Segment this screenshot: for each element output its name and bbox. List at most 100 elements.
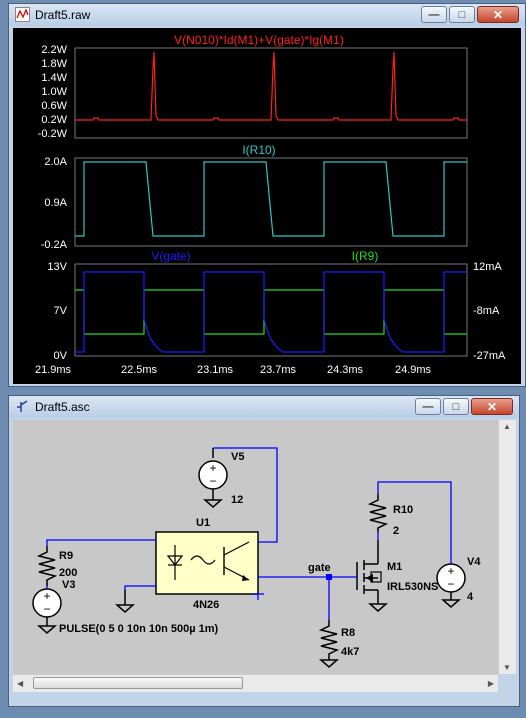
scroll-left-icon[interactable]: ◀ <box>17 679 23 688</box>
pane-1-frame[interactable] <box>74 47 468 139</box>
schematic-window-title: Draft5.asc <box>35 400 90 414</box>
waveform-window-title: Draft5.raw <box>35 8 91 22</box>
v3-source[interactable]: + − <box>32 588 62 634</box>
pane-3-y-ticks-left: 13V 7V 0V <box>47 261 67 362</box>
y-tick: 7V <box>54 305 68 317</box>
r8-value: 4k7 <box>341 646 359 658</box>
y-tick: 1.4W <box>41 72 67 84</box>
x-tick: 23.7ms <box>260 364 297 376</box>
v5-name: V5 <box>231 451 244 463</box>
vertical-scrollbar[interactable]: ▲ ▼ <box>498 420 516 674</box>
minimize-button[interactable]: — <box>421 6 447 23</box>
y-tick: 1.0W <box>41 86 67 98</box>
y-tick: 2.2W <box>41 44 67 56</box>
y-tick: 2.0A <box>44 156 67 168</box>
v5-source[interactable]: + − <box>198 448 228 508</box>
pane-3-left-title[interactable]: V(gate) <box>151 249 190 263</box>
maximize-button[interactable]: □ <box>443 398 469 415</box>
m1-mosfet[interactable] <box>356 540 388 612</box>
gate-voltage-trace <box>75 271 467 353</box>
x-tick: 24.3ms <box>327 364 364 376</box>
x-axis-ticks: 21.9ms 22.5ms 23.1ms 23.7ms 24.3ms 24.9m… <box>35 364 432 376</box>
r9-name: R9 <box>59 550 73 562</box>
maximize-icon: □ <box>452 400 460 413</box>
svg-text:+: + <box>209 461 216 475</box>
x-tick: 21.9ms <box>35 364 72 376</box>
gate-junction <box>326 574 332 580</box>
svg-text:−: − <box>209 474 216 488</box>
maximize-icon: □ <box>458 8 466 21</box>
schematic-icon <box>17 400 28 412</box>
v4-name: V4 <box>467 556 481 568</box>
current-r9-trace <box>75 289 467 335</box>
y-tick: 0.9A <box>44 197 67 209</box>
r8-resistor[interactable] <box>318 620 340 668</box>
minimize-icon: — <box>422 400 434 413</box>
ground-symbol <box>115 590 135 613</box>
close-button[interactable]: ✕ <box>477 6 519 23</box>
minimize-icon: — <box>428 8 440 21</box>
m1-name: M1 <box>387 561 402 573</box>
svg-text:−: − <box>43 602 50 616</box>
y-tick: -0.2A <box>41 239 68 251</box>
r10-name: R10 <box>393 504 413 516</box>
gate-net-label: gate <box>308 562 331 574</box>
y-tick-right: -8mA <box>473 305 500 317</box>
r9-resistor[interactable] <box>36 546 58 586</box>
y-tick-right: -27mA <box>473 350 506 362</box>
scroll-right-icon[interactable]: ▶ <box>488 679 494 688</box>
y-tick: 1.8W <box>41 58 67 70</box>
v3-value: PULSE(0 5 0 10n 10n 500µ 1m) <box>59 623 219 635</box>
scroll-down-icon[interactable]: ▼ <box>503 663 511 672</box>
svg-text:+: + <box>43 589 50 603</box>
close-icon: ✕ <box>492 7 504 22</box>
y-tick: 0V <box>54 350 68 362</box>
schematic-titlebar[interactable]: Draft5.asc — □ ✕ <box>9 396 519 418</box>
y-tick: 0.2W <box>41 114 67 126</box>
v3-name: V3 <box>62 579 75 591</box>
r9-value: 200 <box>59 567 77 579</box>
r10-value: 2 <box>393 525 399 537</box>
svg-text:+: + <box>447 564 454 578</box>
v5-value: 12 <box>231 494 243 506</box>
y-tick: 13V <box>47 261 67 273</box>
pane-3-frame[interactable] <box>74 263 468 357</box>
horizontal-scroll-thumb[interactable] <box>33 677 243 689</box>
v4-value: 4 <box>467 591 474 603</box>
close-button[interactable]: ✕ <box>471 398 513 415</box>
pane-2-y-ticks: 2.0A 0.9A -0.2A <box>41 156 68 251</box>
pane-1-y-ticks: 2.2W 1.8W 1.4W 1.0W 0.6W 0.2W -0.2W <box>38 44 68 140</box>
x-tick: 22.5ms <box>121 364 158 376</box>
y-tick: -0.2W <box>38 128 68 140</box>
y-tick-right: 12mA <box>473 261 502 273</box>
waveform-plot[interactable]: V(N010)*Id(M1)+V(gate)*Ig(M1) 2.2W 1.8W … <box>13 28 521 384</box>
v4-source[interactable]: + − <box>436 563 466 608</box>
waveform-window: Draft5.raw — □ ✕ V(N010)*Id(M1)+V(gate)*… <box>8 3 526 387</box>
pane-2-frame[interactable] <box>74 157 468 247</box>
close-icon: ✕ <box>486 399 498 414</box>
schematic-canvas[interactable]: + − V5 12 R10 2 U1 4N26 R9 200 + − V3 PU… <box>13 420 498 674</box>
x-tick: 24.9ms <box>395 364 432 376</box>
m1-part: IRL530NS <box>387 581 438 593</box>
pane-2-trace-title[interactable]: I(R10) <box>242 143 275 157</box>
horizontal-scrollbar[interactable]: ◀ ▶ <box>13 674 498 692</box>
r8-name: R8 <box>341 627 355 639</box>
r10-resistor[interactable] <box>367 494 389 532</box>
schematic-drawing[interactable]: + − V5 12 R10 2 U1 4N26 R9 200 + − V3 PU… <box>13 420 498 674</box>
y-tick: 0.6W <box>41 100 67 112</box>
current-r10-trace <box>75 161 467 237</box>
maximize-button[interactable]: □ <box>449 6 475 23</box>
waveform-titlebar[interactable]: Draft5.raw — □ ✕ <box>9 4 525 26</box>
u1-name: U1 <box>196 517 210 529</box>
plot-area[interactable]: V(N010)*Id(M1)+V(gate)*Ig(M1) 2.2W 1.8W … <box>13 28 521 384</box>
pane-3-y-ticks-right: 12mA -8mA -27mA <box>473 261 506 362</box>
scroll-up-icon[interactable]: ▲ <box>503 422 511 431</box>
svg-text:−: − <box>447 577 454 591</box>
minimize-button[interactable]: — <box>415 398 441 415</box>
waveform-icon <box>15 7 30 22</box>
pane-1-trace-title[interactable]: V(N010)*Id(M1)+V(gate)*Ig(M1) <box>174 33 344 47</box>
u1-part: 4N26 <box>193 599 219 611</box>
pane-3-right-title[interactable]: I(R9) <box>352 249 379 263</box>
x-tick: 23.1ms <box>197 364 234 376</box>
schematic-window: Draft5.asc — □ ✕ + − V5 12 R10 2 U1 4N26… <box>8 395 520 707</box>
